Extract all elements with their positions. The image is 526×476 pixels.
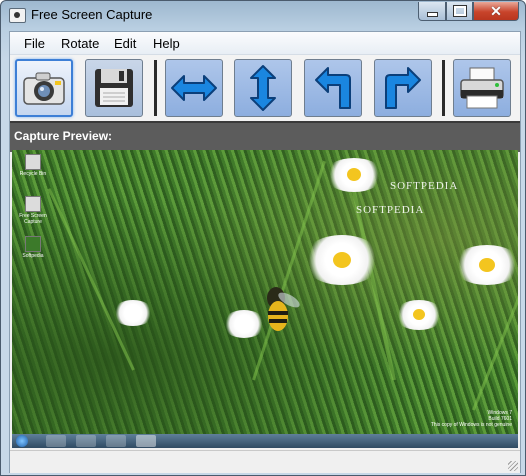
grass-blade bbox=[47, 188, 135, 371]
menu-file[interactable]: File bbox=[24, 36, 45, 51]
watermark: SOFTPEDIA bbox=[390, 180, 459, 192]
camera-icon bbox=[23, 72, 65, 105]
maximize-button[interactable] bbox=[446, 2, 473, 21]
desktop-icon-recycle-bin: Recycle Bin bbox=[16, 154, 50, 177]
floppy-disk-icon bbox=[95, 69, 133, 107]
menu-help[interactable]: Help bbox=[153, 36, 180, 51]
camera-icon bbox=[136, 435, 156, 447]
client-area: File Rotate Edit Help Capture Preview: R… bbox=[9, 31, 521, 473]
print-button[interactable] bbox=[453, 59, 511, 117]
desktop-icon-softpedia: Softpedia bbox=[16, 236, 50, 259]
desktop-icon-free-screen-capture: Free Screen Capture bbox=[16, 196, 50, 225]
folder-icon bbox=[76, 435, 96, 447]
close-icon: ✕ bbox=[490, 3, 502, 19]
window-title: Free Screen Capture bbox=[31, 7, 153, 22]
daisy-flower bbox=[324, 158, 384, 192]
softpedia-icon bbox=[25, 236, 41, 252]
vertical-arrows-icon bbox=[250, 65, 276, 111]
rotate-right-button[interactable] bbox=[374, 59, 432, 117]
start-orb-icon bbox=[16, 435, 28, 447]
windows-build-note: Windows 7 Build 7601 This copy of Window… bbox=[431, 410, 512, 428]
daisy-flower bbox=[302, 235, 382, 285]
rotate-left-icon bbox=[315, 67, 351, 109]
flip-vertical-button[interactable] bbox=[234, 59, 292, 117]
white-flower bbox=[112, 300, 154, 326]
maximize-icon bbox=[452, 5, 467, 17]
app-icon bbox=[9, 8, 26, 23]
resize-grip-icon[interactable] bbox=[508, 461, 518, 471]
app-window: Free Screen Capture ✕ File Rotate Edit H… bbox=[0, 0, 526, 476]
media-player-icon bbox=[106, 435, 126, 447]
wasp-image bbox=[267, 287, 300, 331]
title-bar[interactable]: Free Screen Capture ✕ bbox=[1, 1, 525, 29]
capture-button[interactable] bbox=[15, 59, 73, 117]
flip-horizontal-button[interactable] bbox=[165, 59, 223, 117]
watermark: SOFTPEDIA bbox=[356, 204, 425, 216]
printer-icon bbox=[460, 67, 504, 109]
status-bar bbox=[10, 450, 520, 473]
toolbar-separator bbox=[442, 60, 445, 116]
menu-bar: File Rotate Edit Help bbox=[10, 32, 520, 55]
toolbar bbox=[10, 55, 520, 121]
desktop-icon-label: Recycle Bin bbox=[19, 171, 47, 177]
recycle-bin-icon bbox=[25, 154, 41, 170]
camera-icon bbox=[25, 196, 41, 212]
preview-taskbar bbox=[12, 434, 518, 448]
menu-edit[interactable]: Edit bbox=[114, 36, 136, 51]
minimize-button[interactable] bbox=[418, 2, 446, 21]
ie-icon bbox=[46, 435, 66, 447]
capture-preview[interactable]: Recycle Bin Free Screen Capture Softpedi… bbox=[12, 150, 518, 448]
preview-caption-bar: Capture Preview: bbox=[10, 121, 520, 152]
rotate-right-icon bbox=[385, 67, 421, 109]
close-button[interactable]: ✕ bbox=[473, 2, 519, 21]
rotate-left-button[interactable] bbox=[304, 59, 362, 117]
menu-rotate[interactable]: Rotate bbox=[61, 36, 99, 51]
windows-genuine-note: This copy of Windows is not genuine bbox=[430, 422, 512, 428]
daisy-flower bbox=[452, 245, 518, 285]
save-button[interactable] bbox=[85, 59, 143, 117]
desktop-icon-label: Free Screen Capture bbox=[19, 213, 47, 225]
toolbar-separator bbox=[154, 60, 157, 116]
horizontal-arrows-icon bbox=[171, 75, 217, 101]
minimize-icon bbox=[426, 11, 438, 17]
desktop-icon-label: Softpedia bbox=[22, 253, 44, 259]
daisy-flower bbox=[394, 300, 444, 330]
preview-caption: Capture Preview: bbox=[14, 129, 113, 143]
